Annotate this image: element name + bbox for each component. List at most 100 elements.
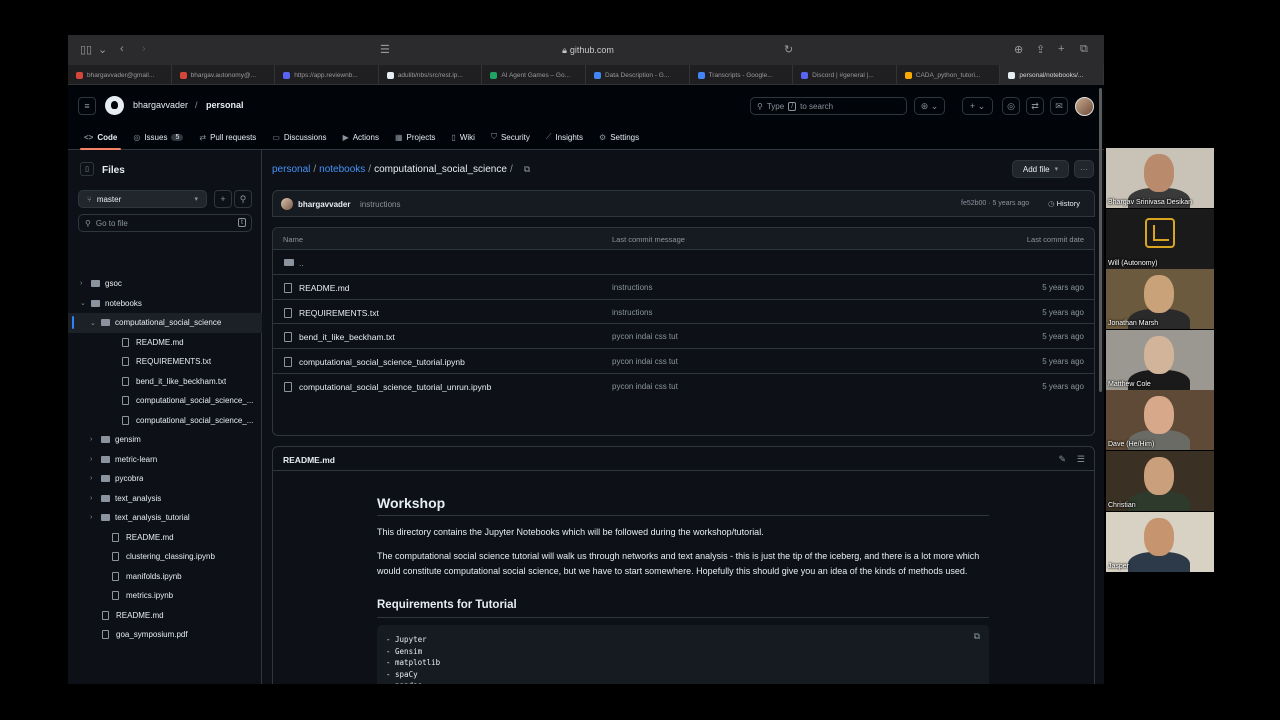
commit-author[interactable]: bhargavvader [298,200,350,209]
tree-item[interactable]: REQUIREMENTS.txt [68,352,262,372]
copy-path-icon[interactable]: ⧉ [524,164,530,175]
participant-tile[interactable]: Will (Autonomy) [1106,208,1214,269]
tab-settings[interactable]: ⚙ Settings [591,127,647,147]
more-options-button[interactable]: ··· [1074,160,1094,178]
branch-selector[interactable]: ⑂ master ▾ [78,190,207,208]
history-button[interactable]: ◷ History [1048,199,1080,208]
browser-tab[interactable]: bhargavvader@gmail... [68,65,172,85]
inbox-button[interactable]: ✉ [1050,97,1068,115]
avatar[interactable] [1075,97,1094,116]
commit-message[interactable]: instructions [612,308,652,317]
browser-tab[interactable]: Discord | #general |... [793,65,897,85]
forward-icon[interactable]: › [142,43,146,55]
add-file-button[interactable]: Add file ▾ [1012,160,1069,178]
download-icon[interactable]: ⊕ [1014,43,1023,56]
tree-item[interactable]: manifolds.ipynb [68,567,262,587]
browser-tab[interactable]: AI Agent Games – Go... [482,65,586,85]
browser-tab[interactable]: bhargav.autonomy@... [172,65,276,85]
browser-tab[interactable]: Data Description - G... [586,65,690,85]
commit-message[interactable]: pycon indai css tut [612,382,678,391]
tab-discussions[interactable]: ▭ Discussions [264,127,334,147]
browser-tab[interactable]: personal/notebooks/... [1000,65,1104,85]
breadcrumb-root[interactable]: personal [272,164,310,175]
tree-item[interactable]: README.md [68,606,262,626]
commit-message[interactable]: pycon indai css tut [612,357,678,366]
participant-tile[interactable]: Jasper [1106,511,1214,572]
tree-item[interactable]: computational_social_science_... [68,391,262,411]
participant-tile[interactable]: Dave (He/Him) [1106,390,1214,451]
repo-link[interactable]: personal [206,100,244,110]
owner-link[interactable]: bhargavvader [133,100,188,110]
readme-title[interactable]: README.md [283,455,335,465]
tree-item[interactable]: › gensim [68,430,262,450]
tree-item[interactable]: README.md [68,333,262,353]
file-name[interactable]: computational_social_science_tutorial_un… [299,382,491,392]
tab-issues[interactable]: ◎ Issues 5 [125,127,191,147]
tree-item[interactable]: goa_symposium.pdf [68,625,262,645]
collapse-sidebar-icon[interactable]: ▯ [80,162,94,176]
search-input[interactable]: ⚲ Type / to search [750,97,907,115]
participant-tile[interactable]: Jonathan Marsh [1106,269,1214,330]
tab-projects[interactable]: ▦ Projects [387,127,443,147]
tree-item[interactable]: › text_analysis [68,489,262,509]
table-row[interactable]: computational_social_science_tutorial.ip… [273,349,1094,374]
tab-pull-requests[interactable]: ⇄ Pull requests [191,127,264,147]
table-row[interactable]: REQUIREMENTS.txt instructions 5 years ago [273,300,1094,325]
tab-actions[interactable]: ▶ Actions [335,127,387,147]
commit-message[interactable]: instructions [360,200,400,209]
commit-message[interactable]: pycon indai css tut [612,332,678,341]
tree-item[interactable]: › gsoc [68,274,262,294]
tab-code[interactable]: <> Code [76,127,125,150]
commit-sha-time[interactable]: fe52b00 · 5 years ago [961,200,1029,207]
tree-item[interactable]: ⌄ notebooks [68,294,262,314]
table-row[interactable]: README.md instructions 5 years ago [273,275,1094,300]
chevron-down-icon[interactable]: ⌄ [98,43,107,56]
tab-overview-icon[interactable]: ⧉ [1080,43,1088,56]
tree-item[interactable]: › text_analysis_tutorial [68,508,262,528]
commit-message[interactable]: instructions [612,283,652,292]
file-name[interactable]: REQUIREMENTS.txt [299,308,379,318]
browser-tab[interactable]: https://app.reviewnb... [275,65,379,85]
search-icon[interactable]: ⚲ [234,190,252,208]
file-name[interactable]: README.md [299,283,350,293]
tab-insights[interactable]: ⟋ Insights [538,127,591,147]
scrollbar-thumb[interactable] [1099,88,1102,392]
browser-tab[interactable]: CADA_python_tutori... [897,65,1001,85]
github-logo-icon[interactable] [105,96,124,115]
tree-item[interactable]: metrics.ipynb [68,586,262,606]
parent-directory-row[interactable]: .. [273,250,1094,275]
pull-requests-button[interactable]: ⇄ [1026,97,1044,115]
tab-wiki[interactable]: ▯ Wiki [443,127,483,147]
issues-button[interactable]: ◎ [1002,97,1020,115]
participant-tile[interactable]: Matthew Cole [1106,329,1214,390]
table-row[interactable]: bend_it_like_beckham.txt pycon indai css … [273,324,1094,350]
file-name[interactable]: computational_social_science_tutorial.ip… [299,357,465,367]
tree-item[interactable]: › metric-learn [68,450,262,470]
back-icon[interactable]: ‹ [120,43,124,55]
copy-code-icon[interactable]: ⧉ [974,631,980,642]
reload-icon[interactable]: ↻ [784,43,793,56]
address-bar[interactable]: 🔒︎ github.com [368,41,808,59]
share-icon[interactable]: ⇪ [1036,43,1045,56]
copilot-button[interactable]: ⊛ ⌄ [914,97,945,115]
tree-item[interactable]: ⌄ computational_social_science [68,313,262,333]
table-row[interactable]: computational_social_science_tutorial_un… [273,374,1094,399]
tree-item[interactable]: › pycobra [68,469,262,489]
new-tab-icon[interactable]: + [1058,43,1064,55]
tree-item[interactable]: computational_social_science_... [68,411,262,431]
browser-tab[interactable]: adulib/nbs/src/rest.ip... [379,65,483,85]
breadcrumb-notebooks[interactable]: notebooks [319,164,365,175]
add-file-icon[interactable]: + [214,190,232,208]
participant-tile[interactable]: Bhargav Srinivasa Desikan [1106,148,1214,208]
commit-author-avatar[interactable] [281,198,293,210]
tree-item[interactable]: clustering_classing.ipynb [68,547,262,567]
edit-pencil-icon[interactable]: ✎ [1058,454,1066,465]
tab-security[interactable]: ⛉ Security [483,127,538,147]
create-new-button[interactable]: + ⌄ [962,97,993,115]
tree-item[interactable]: bend_it_like_beckham.txt [68,372,262,392]
browser-tab[interactable]: Transcripts - Google... [690,65,794,85]
menu-icon[interactable]: ≡ [78,97,96,115]
participant-tile[interactable]: Christian [1106,451,1214,511]
file-name[interactable]: bend_it_like_beckham.txt [299,332,395,342]
sidebar-toggle-icon[interactable]: ▯▯ [80,43,92,56]
